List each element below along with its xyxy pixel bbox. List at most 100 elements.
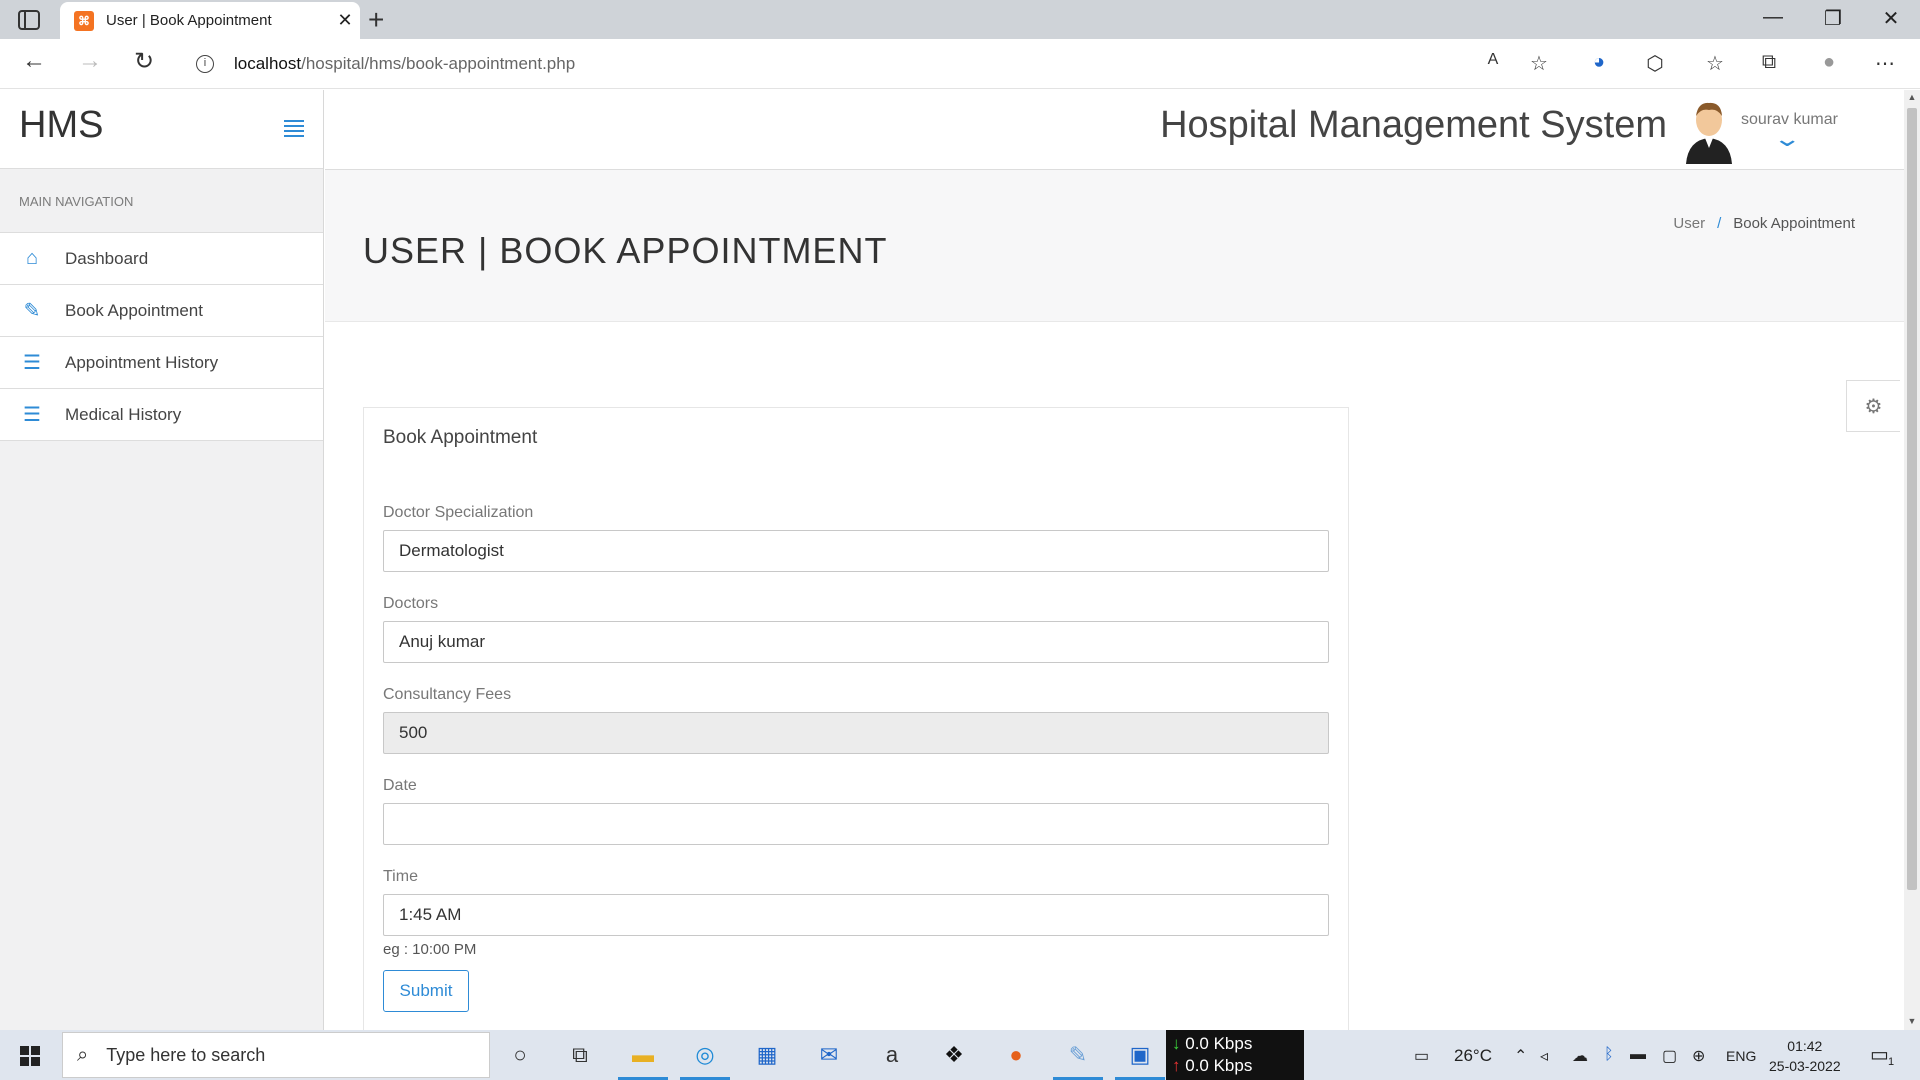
sidebar-item-dashboard[interactable]: ⌂ Dashboard	[0, 233, 323, 285]
chevron-up-icon[interactable]: ⌃	[1514, 1046, 1527, 1066]
scroll-down-icon[interactable]: ▼	[1904, 1016, 1920, 1026]
user-avatar-icon[interactable]	[1684, 100, 1734, 164]
weather-icon[interactable]: ▭	[1414, 1046, 1429, 1066]
hamburger-menu-icon[interactable]	[284, 120, 304, 137]
sidebar-item-label: Book Appointment	[65, 300, 203, 320]
microsoft-store-icon[interactable]: ▦	[750, 1038, 784, 1072]
breadcrumb-current: Book Appointment	[1733, 215, 1855, 232]
doctor-select[interactable]: Anuj kumar	[383, 621, 1329, 663]
system-clock[interactable]: 01:42 25-03-2022	[1769, 1036, 1841, 1076]
favorites-icon[interactable]: ☆	[1700, 51, 1730, 76]
close-window-icon[interactable]: ✕	[1868, 6, 1914, 31]
notification-icon[interactable]: ▭	[1870, 1042, 1889, 1067]
task-view-icon[interactable]: ⧉	[563, 1038, 597, 1072]
page-title: USER | BOOK APPOINTMENT	[363, 230, 888, 271]
cortana-icon[interactable]: ○	[503, 1038, 537, 1072]
tab-close-icon[interactable]: ✕	[330, 10, 360, 31]
page-scrollbar[interactable]: ▲ ▼	[1904, 90, 1920, 1030]
sidebar: HMS MAIN NAVIGATION ⌂ Dashboard ✎ Book A…	[0, 90, 324, 1030]
globe-icon[interactable]: ⊕	[1692, 1046, 1705, 1066]
list-icon: ☰	[23, 404, 41, 426]
extension-icon[interactable]: ◕	[1584, 51, 1614, 74]
date-label: Date	[383, 777, 417, 794]
volume-icon[interactable]: ◃	[1540, 1046, 1548, 1066]
sidebar-item-medical-history[interactable]: ☰ Medical History	[0, 389, 323, 441]
forward-icon[interactable]: →	[72, 47, 108, 75]
site-info-icon[interactable]: i	[196, 55, 214, 73]
chevron-down-icon[interactable]: ⌄	[1772, 126, 1802, 152]
address-bar[interactable]: i localhost/hospital/hms/book-appointmen…	[182, 45, 1562, 83]
list-icon: ☰	[23, 352, 41, 374]
page-header: USER | BOOK APPOINTMENT User / Book Appoin…	[325, 170, 1904, 322]
add-favorite-icon[interactable]: ☆	[1524, 51, 1554, 76]
amazon-icon[interactable]: a	[875, 1038, 909, 1072]
breadcrumb-separator: /	[1717, 215, 1722, 232]
breadcrumb: User / Book Appointment	[1673, 215, 1855, 232]
refresh-icon[interactable]: ↻	[126, 47, 162, 76]
bluetooth-icon[interactable]: ᛒ	[1604, 1046, 1614, 1064]
paint-icon[interactable]: ✎	[1053, 1038, 1103, 1080]
scroll-up-icon[interactable]: ▲	[1904, 92, 1920, 102]
search-icon: ⌕	[77, 1043, 89, 1066]
edge-browser-icon[interactable]: ◎	[680, 1038, 730, 1080]
time-input[interactable]: 1:45 AM	[383, 894, 1329, 936]
firefox-icon[interactable]: ●	[999, 1038, 1033, 1072]
tab-actions-icon[interactable]	[18, 10, 40, 30]
network-speed-widget: ↓ 0.0 Kbps ↑ 0.0 Kbps	[1166, 1030, 1304, 1080]
specialization-select[interactable]: Dermatologist	[383, 530, 1329, 572]
clock-date: 25-03-2022	[1769, 1058, 1841, 1074]
sidebar-item-label: Dashboard	[65, 248, 149, 268]
file-explorer-icon[interactable]: ▬	[618, 1038, 668, 1080]
book-appointment-panel: Book Appointment Doctor Specialization D…	[363, 407, 1349, 1030]
time-hint: eg : 10:00 PM	[383, 941, 477, 958]
windows-taskbar: ⌕ Type here to search ○ ⧉ ▬ ◎ ▦ ✉ a ❖ ● …	[0, 1030, 1920, 1080]
net-up: 0.0 Kbps	[1185, 1056, 1253, 1075]
notification-count: 1	[1888, 1056, 1895, 1068]
search-placeholder: Type here to search	[106, 1044, 266, 1065]
settings-gear-icon[interactable]: ⚙	[1846, 380, 1900, 432]
battery-icon[interactable]: ▬	[1630, 1046, 1646, 1064]
new-tab-icon[interactable]: +	[368, 4, 384, 36]
profile-icon[interactable]: ●	[1814, 51, 1844, 74]
photos-icon[interactable]: ▣	[1115, 1038, 1165, 1080]
date-input[interactable]	[383, 803, 1329, 845]
scroll-thumb[interactable]	[1907, 108, 1917, 890]
brand-logo[interactable]: HMS	[19, 104, 103, 147]
language-indicator[interactable]: ENG	[1726, 1048, 1756, 1064]
brand-row: HMS	[0, 90, 323, 169]
panel-title: Book Appointment	[383, 427, 538, 448]
tab-title: User | Book Appointment	[106, 12, 272, 29]
taskbar-search-input[interactable]: ⌕ Type here to search	[62, 1032, 490, 1078]
url-host: localhost	[234, 54, 302, 73]
minimize-icon[interactable]: —	[1750, 6, 1796, 29]
windows-start-icon[interactable]	[20, 1046, 40, 1066]
browser-tab-bar: ⌘ User | Book Appointment ✕ + — ❐ ✕	[0, 0, 1920, 39]
fees-field: 500	[383, 712, 1329, 754]
extensions-icon[interactable]: ⬡	[1640, 51, 1670, 76]
doctors-label: Doctors	[383, 595, 439, 612]
more-menu-icon[interactable]: ⋯	[1870, 51, 1900, 76]
sidebar-item-book-appointment[interactable]: ✎ Book Appointment	[0, 285, 323, 337]
mail-icon[interactable]: ✉	[812, 1038, 846, 1072]
sidebar-item-label: Medical History	[65, 404, 182, 424]
edit-icon: ✎	[23, 300, 41, 322]
fees-label: Consultancy Fees	[383, 686, 512, 703]
read-aloud-icon[interactable]: A	[1478, 51, 1508, 69]
temperature[interactable]: 26°C	[1454, 1046, 1492, 1066]
address-toolbar: ← → ↻ i localhost/hospital/hms/book-appo…	[0, 39, 1920, 89]
browser-tab[interactable]: ⌘ User | Book Appointment ✕	[60, 2, 360, 39]
onedrive-icon[interactable]: ☁	[1572, 1046, 1588, 1066]
sidebar-item-label: Appointment History	[65, 352, 219, 372]
home-icon: ⌂	[25, 247, 39, 269]
sidebar-item-appointment-history[interactable]: ☰ Appointment History	[0, 337, 323, 389]
collections-icon[interactable]: ⧉	[1754, 51, 1784, 74]
clock-time: 01:42	[1787, 1038, 1823, 1054]
restore-icon[interactable]: ❐	[1810, 6, 1856, 31]
url-path: /hospital/hms/book-appointment.php	[301, 54, 576, 73]
display-icon[interactable]: ▢	[1662, 1046, 1677, 1066]
breadcrumb-user[interactable]: User	[1673, 215, 1705, 232]
submit-button[interactable]: Submit	[383, 970, 469, 1012]
xampp-favicon-icon: ⌘	[74, 10, 94, 31]
dropbox-icon[interactable]: ❖	[937, 1038, 971, 1072]
back-icon[interactable]: ←	[16, 47, 52, 75]
